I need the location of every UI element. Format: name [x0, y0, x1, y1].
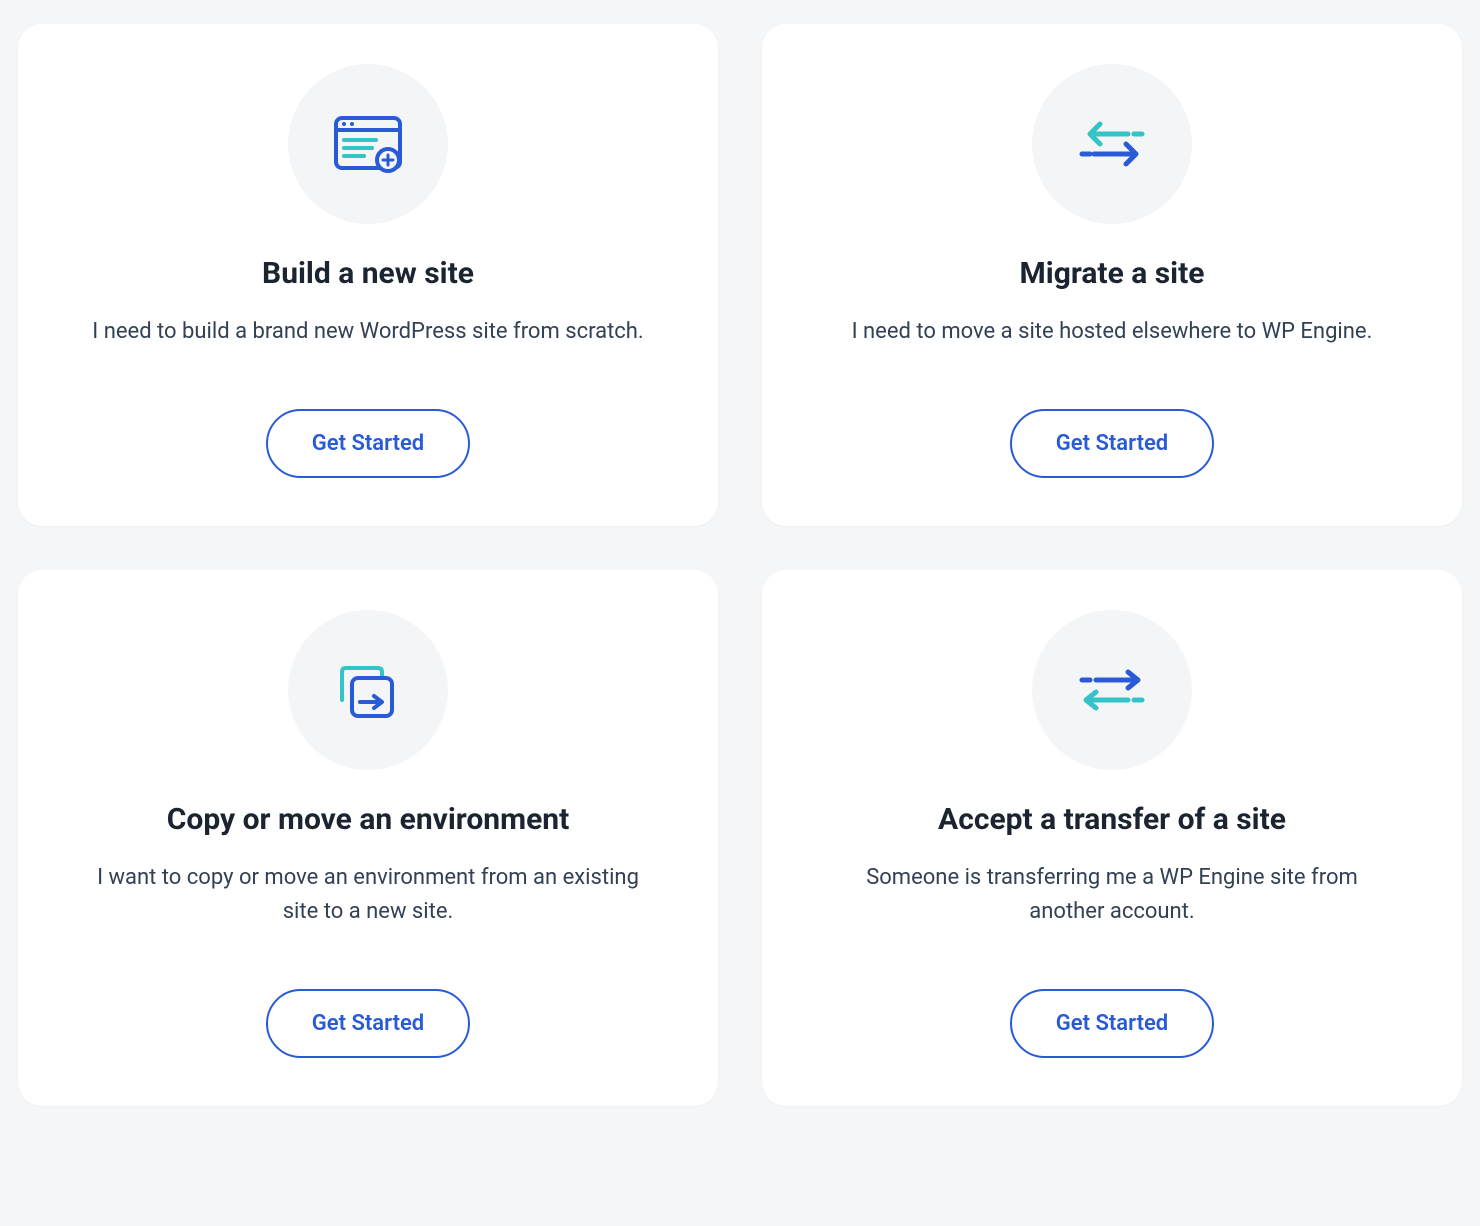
card-title: Accept a transfer of a site: [938, 802, 1286, 837]
get-started-button[interactable]: Get Started: [1010, 409, 1214, 478]
card-description: I need to build a brand new WordPress si…: [92, 315, 643, 349]
card-grid: Build a new site I need to build a brand…: [18, 24, 1462, 1106]
accept-transfer-icon: [1032, 610, 1192, 770]
card-build-new-site: Build a new site I need to build a brand…: [18, 24, 718, 526]
build-site-icon: [288, 64, 448, 224]
get-started-button[interactable]: Get Started: [266, 989, 470, 1058]
get-started-button[interactable]: Get Started: [266, 409, 470, 478]
card-title: Copy or move an environment: [167, 802, 569, 837]
card-title: Build a new site: [262, 256, 474, 291]
card-description: Someone is transferring me a WP Engine s…: [832, 861, 1392, 929]
card-description: I need to move a site hosted elsewhere t…: [852, 315, 1373, 349]
card-accept-transfer: Accept a transfer of a site Someone is t…: [762, 570, 1462, 1106]
card-title: Migrate a site: [1020, 256, 1205, 291]
card-description: I want to copy or move an environment fr…: [88, 861, 648, 929]
card-migrate-site: Migrate a site I need to move a site hos…: [762, 24, 1462, 526]
get-started-button[interactable]: Get Started: [1010, 989, 1214, 1058]
migrate-site-icon: [1032, 64, 1192, 224]
copy-move-icon: [288, 610, 448, 770]
card-copy-move-environment: Copy or move an environment I want to co…: [18, 570, 718, 1106]
